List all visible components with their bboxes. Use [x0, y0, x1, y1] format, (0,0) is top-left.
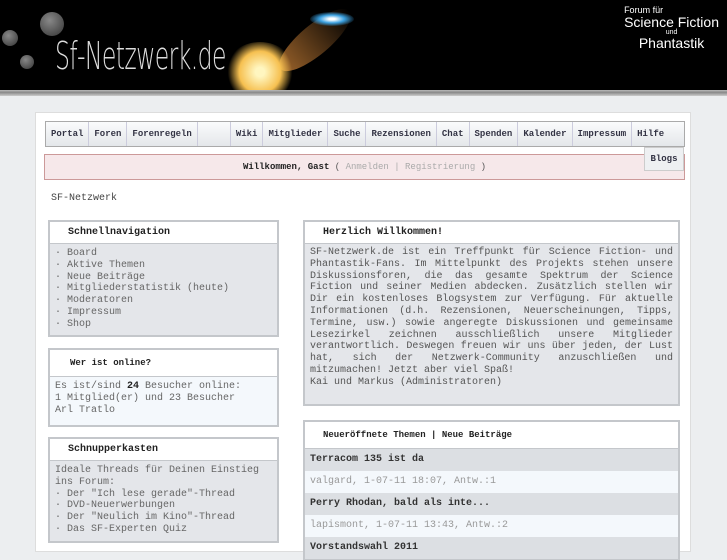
quicknav-item[interactable]: · Shop	[55, 319, 272, 331]
welcome-bar: Willkommen, Gast ( Anmelden | Registrier…	[44, 154, 685, 180]
teaser-box: Schnupperkasten Ideale Threads für Deine…	[48, 437, 279, 543]
quicknav-item[interactable]: · Mitgliederstatistik (heute)	[55, 283, 272, 295]
teaser-item[interactable]: · Der "Ich lese gerade"-Thread	[55, 489, 272, 501]
nav-foren[interactable]: Foren	[89, 122, 128, 146]
quicknav-item[interactable]: · Aktive Themen	[55, 260, 272, 272]
intro-signature: Kai und Markus (Administratoren)	[310, 376, 503, 388]
thread-title[interactable]: Vorstandswahl 2011	[305, 537, 678, 559]
teaser-item[interactable]: · DVD-Neuerwerbungen	[55, 500, 272, 512]
main-nav: Portal Foren Forenregeln Wiki Mitglieder…	[45, 121, 685, 147]
quicknav-item[interactable]: · Board	[55, 248, 272, 260]
register-link[interactable]: Registrierung	[405, 162, 475, 172]
nav-portal[interactable]: Portal	[46, 122, 90, 146]
nav-rezensionen[interactable]: Rezensionen	[366, 122, 437, 146]
online-summary: 1 Mitglied(er) und 23 Besucher	[55, 392, 236, 404]
quicknav-item[interactable]: · Moderatoren	[55, 295, 272, 307]
nav-chat[interactable]: Chat	[437, 122, 470, 146]
tagline-sub: Phantastik	[638, 35, 705, 51]
nav-impressum[interactable]: Impressum	[573, 122, 633, 146]
tab-new-posts[interactable]: Neue Beiträge	[442, 430, 512, 440]
intro-text: SF-Netzwerk.de ist ein Treffpunkt für Sc…	[310, 247, 673, 376]
content-container: Portal Foren Forenregeln Wiki Mitglieder…	[35, 112, 691, 560]
molecule-graphic	[2, 30, 18, 46]
separator: |	[394, 162, 400, 172]
teaser-item[interactable]: · Der "Neulich im Kino"-Thread	[55, 512, 272, 524]
tab-new-threads[interactable]: Neueröffnete Themen	[323, 430, 426, 440]
nav-wiki[interactable]: Wiki	[231, 122, 264, 146]
teaser-item[interactable]: · Das SF-Experten Quiz	[55, 524, 272, 536]
thread-meta: lapismont, 1-07-11 13:43, Antw.:2	[305, 515, 678, 537]
online-count: 24	[127, 381, 140, 392]
thread-title[interactable]: Perry Rhodan, bald als inte...	[305, 493, 678, 515]
paren-close: )	[480, 162, 487, 172]
nav-forenregeln[interactable]: Forenregeln	[127, 122, 198, 146]
welcome-greeting: Willkommen, Gast	[242, 162, 330, 172]
paren-open: (	[334, 162, 341, 172]
nav-kalender[interactable]: Kalender	[518, 122, 573, 146]
thread-title[interactable]: Terracom 135 ist da	[305, 449, 678, 471]
nav-spacer	[198, 122, 231, 146]
header-divider	[0, 90, 727, 96]
online-pre: Es ist/sind	[55, 381, 128, 392]
login-link[interactable]: Anmelden	[346, 162, 389, 172]
online-post: Besucher online:	[139, 381, 242, 392]
quicknav-box: Schnellnavigation · Board · Aktive Theme…	[48, 220, 279, 337]
quicknav-item[interactable]: · Impressum	[55, 307, 272, 319]
molecule-graphic	[40, 12, 64, 36]
black-hole-graphic	[310, 12, 354, 26]
teaser-title: Schnupperkasten	[50, 439, 277, 461]
nav-hilfe[interactable]: Hilfe	[632, 122, 669, 146]
tagline-main: Science Fiction	[624, 14, 719, 30]
online-box: Wer ist online? Es ist/sind 24 Besucher …	[48, 348, 279, 427]
recent-tabs: Neueröffnete Themen | Neue Beiträge	[305, 422, 678, 449]
site-logo[interactable]: Sf-Netzwerk.de	[55, 34, 226, 78]
nav-suche[interactable]: Suche	[328, 122, 367, 146]
nav-spenden[interactable]: Spenden	[470, 122, 519, 146]
nav-mitglieder[interactable]: Mitglieder	[263, 122, 329, 146]
intro-title: Herzlich Willkommen!	[305, 222, 678, 244]
recent-box: Neueröffnete Themen | Neue Beiträge Terr…	[303, 420, 680, 560]
header-banner: Sf-Netzwerk.de Forum für Science Fiction…	[0, 0, 727, 90]
thread-meta: valgard, 1-07-11 18:07, Antw.:1	[305, 471, 678, 493]
online-title: Wer ist online?	[50, 350, 277, 377]
breadcrumb[interactable]: SF-Netzwerk	[51, 193, 117, 204]
online-member[interactable]: Arl Tratlo	[55, 405, 272, 417]
tagline: Forum für Science Fiction und Phantastik	[624, 6, 719, 51]
quicknav-item[interactable]: · Neue Beiträge	[55, 272, 272, 284]
intro-box: Herzlich Willkommen! SF-Netzwerk.de ist …	[303, 220, 680, 406]
quicknav-title: Schnellnavigation	[50, 222, 277, 244]
molecule-graphic	[20, 55, 34, 69]
teaser-intro: Ideale Threads für Deinen Einstieg ins F…	[55, 465, 260, 488]
tab-separator: |	[425, 430, 442, 440]
nav-blogs[interactable]: Blogs	[644, 147, 684, 171]
